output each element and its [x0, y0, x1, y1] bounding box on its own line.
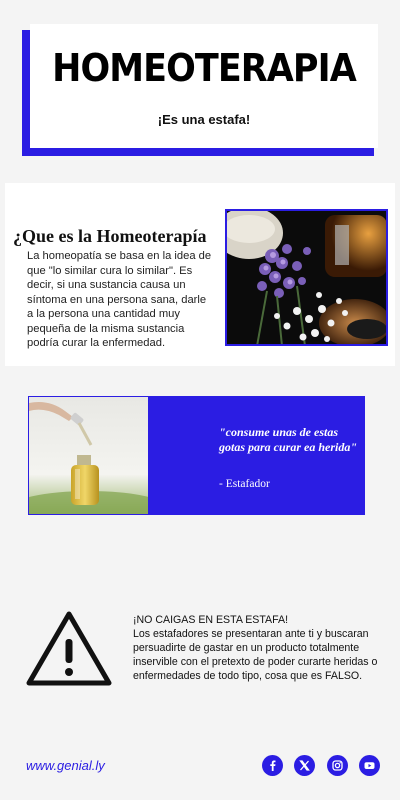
quote-section: "consume unas de estas gotas para curar … [28, 396, 365, 515]
page-title: HOMEOTERAPIA [52, 46, 357, 90]
section-body: La homeopatía se basa en la idea de que … [27, 250, 212, 349]
section-title: ¿Que es la Homeoterapía [13, 226, 207, 246]
what-is-section: ¿Que es la Homeoterapía La homeopatía se… [5, 183, 395, 366]
x-icon[interactable] [294, 755, 315, 776]
quote-text: "consume unas de estas gotas para curar … [219, 425, 358, 454]
quote-panel: "consume unas de estas gotas para curar … [148, 397, 364, 514]
dropper-image [29, 397, 148, 514]
facebook-icon[interactable] [262, 755, 283, 776]
quote-author: - Estafador [219, 478, 270, 490]
warning-text-block: ¡NO CAIGAS EN ESTA ESTAFA! Los estafador… [133, 613, 393, 683]
footer-url-link[interactable]: www.genial.ly [26, 758, 105, 773]
warning-heading: ¡NO CAIGAS EN ESTA ESTAFA! [133, 614, 289, 626]
warning-triangle-icon [25, 609, 113, 689]
instagram-icon[interactable] [327, 755, 348, 776]
header-card: HOMEOTERAPIA ¡Es una estafa! [30, 24, 378, 148]
page-subtitle: ¡Es una estafa! [157, 112, 251, 127]
homeopathy-image [225, 209, 388, 346]
warning-body: Los estafadores se presentaran ante ti y… [133, 628, 378, 682]
youtube-icon[interactable] [359, 755, 380, 776]
